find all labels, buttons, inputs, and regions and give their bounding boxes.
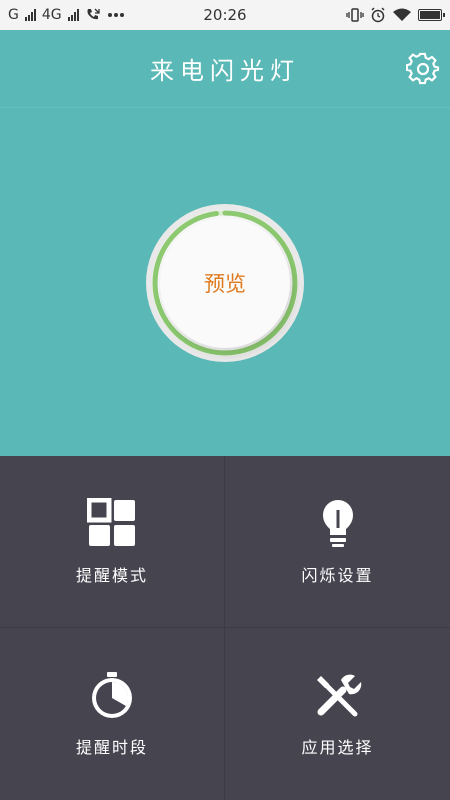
signal-icon <box>24 9 36 21</box>
flash-settings-button[interactable]: 闪烁设置 <box>225 456 450 628</box>
app-selection-label: 应用选择 <box>301 738 374 757</box>
vibrate-icon <box>346 8 364 22</box>
reminder-mode-button[interactable]: 提醒模式 <box>0 456 225 628</box>
app-selection-button[interactable]: 应用选择 <box>225 628 450 800</box>
preview-label: 预览 <box>204 272 246 296</box>
grid-icon <box>87 497 135 546</box>
reminder-mode-label: 提醒模式 <box>75 565 148 585</box>
battery-icon <box>418 9 445 21</box>
progress-ring: 预览 <box>144 202 306 364</box>
flash-settings-label: 闪烁设置 <box>301 565 374 585</box>
lightbulb-icon <box>322 499 353 547</box>
feature-grid: 提醒模式 闪烁设置 提醒时段 应用选择 <box>0 456 450 800</box>
preview-area: 预览 <box>0 108 450 456</box>
reminder-period-label: 提醒时段 <box>75 738 148 757</box>
carrier-label: G <box>8 7 19 23</box>
battery-level <box>420 11 440 19</box>
alarm-icon <box>371 7 385 23</box>
app-header: 来电闪光灯 <box>0 30 450 108</box>
timer-icon <box>92 672 132 718</box>
more-icon <box>107 13 124 17</box>
tools-icon <box>316 674 361 717</box>
preview-button[interactable]: 预览 <box>160 218 290 348</box>
status-bar: G 4G 20:26 <box>0 0 450 30</box>
network-label: 4G <box>41 7 62 23</box>
status-right <box>346 7 445 23</box>
page-title: 来电闪光灯 <box>150 57 300 85</box>
gear-icon[interactable] <box>406 52 440 86</box>
status-left: G 4G <box>8 7 125 23</box>
phone-call-icon <box>87 8 100 20</box>
wifi-icon <box>393 8 411 21</box>
reminder-period-button[interactable]: 提醒时段 <box>0 628 225 800</box>
signal-icon-2 <box>67 9 79 21</box>
